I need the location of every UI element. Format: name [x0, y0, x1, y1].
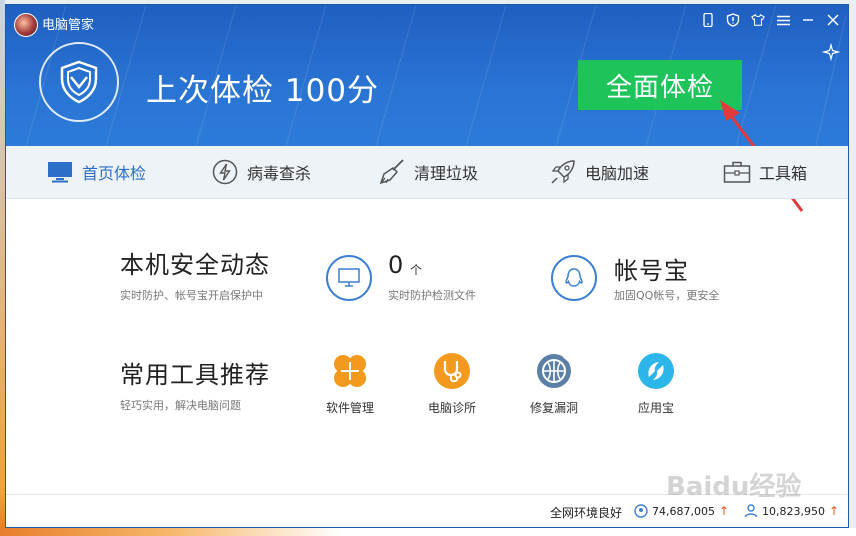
close-icon[interactable] [826, 13, 840, 27]
tab-toolbox[interactable]: 工具箱 [723, 146, 807, 198]
rocket-icon [549, 158, 577, 186]
window-controls [701, 13, 840, 27]
tab-label: 病毒查杀 [247, 164, 312, 183]
realtime-protection-ring[interactable] [326, 255, 372, 301]
header-banner: 电脑管家 上次体检 100分 全面体检 [6, 5, 848, 146]
tab-label: 首页体检 [82, 164, 147, 183]
arrow-up-icon: ↑ [828, 504, 840, 518]
users-icon [634, 504, 648, 518]
network-status: 全网环境良好 [550, 506, 623, 520]
realtime-count: 0 [388, 251, 404, 279]
status-bar: 全网环境良好 74,687,005 ↑ 10,823,950 ↑ [6, 494, 848, 527]
toolbox-icon [723, 158, 751, 186]
patch-globe-icon [537, 354, 571, 388]
security-shield-badge [39, 42, 119, 122]
account-title[interactable]: 帐号宝 [614, 251, 689, 286]
minimize-icon[interactable] [801, 13, 815, 27]
skin-tshirt-icon[interactable] [751, 13, 765, 27]
main-nav: 首页体检 病毒查杀 清理垃圾 电脑加速 工具箱 [6, 146, 848, 199]
menu-icon[interactable] [776, 13, 790, 27]
app-title: 电脑管家 [42, 18, 95, 33]
appstore-icon [638, 353, 674, 389]
tab-label: 电脑加速 [585, 164, 650, 183]
desktop-background-bottom [0, 528, 856, 536]
broom-icon [378, 158, 406, 186]
stat-online-users: 10,823,950 ↑ [744, 504, 839, 518]
security-subtitle: 实时防护、帐号宝开启保护中 [120, 289, 263, 302]
tab-speed-up[interactable]: 电脑加速 [549, 146, 649, 198]
security-title: 本机安全动态 [120, 251, 270, 279]
tool-label: 电脑诊所 [427, 401, 476, 415]
app-logo-icon [14, 13, 38, 37]
last-scan-score: 上次体检 100分 [146, 73, 380, 109]
arrow-up-icon: ↑ [718, 504, 730, 518]
tool-label: 修复漏洞 [529, 401, 578, 415]
realtime-label: 实时防护检测文件 [388, 289, 476, 302]
app-window: 电脑管家 上次体检 100分 全面体检 首页体检 病毒查杀 清理垃圾 电脑加速 … [5, 4, 849, 528]
stat-protected-users: 74,687,005 ↑ [634, 504, 729, 518]
tab-label: 工具箱 [759, 164, 808, 183]
tool-label: 应用宝 [637, 401, 674, 415]
sparkle-icon[interactable] [821, 42, 841, 62]
lightning-icon [211, 158, 239, 186]
clover-icon [334, 355, 366, 387]
monitor-outline-icon [338, 268, 360, 287]
stethoscope-icon [434, 353, 470, 389]
tool-pc-clinic[interactable]: 电脑诊所 [412, 352, 492, 416]
tab-label: 清理垃圾 [414, 164, 479, 183]
tool-fix-vulnerability[interactable]: 修复漏洞 [514, 352, 594, 416]
account-label: 加固QQ帐号，更安全 [614, 289, 720, 302]
tab-clean-junk[interactable]: 清理垃圾 [378, 146, 478, 198]
tab-virus-scan[interactable]: 病毒查杀 [211, 146, 311, 198]
stat-value: 74,687,005 [652, 504, 715, 518]
tool-label: 软件管理 [325, 401, 374, 415]
realtime-unit: 个 [410, 263, 423, 277]
qq-penguin-icon [565, 268, 583, 287]
phone-icon[interactable] [701, 13, 715, 27]
shield-icon [60, 60, 98, 104]
account-protect-ring[interactable] [551, 255, 597, 301]
person-icon [744, 504, 758, 518]
tool-app-store[interactable]: 应用宝 [616, 352, 696, 416]
monitor-icon [46, 158, 74, 186]
full-checkup-button[interactable]: 全面体检 [578, 60, 742, 110]
tab-home-checkup[interactable]: 首页体检 [46, 146, 146, 198]
stat-value: 10,823,950 [762, 504, 825, 518]
tools-subtitle: 轻巧实用，解决电脑问题 [120, 399, 241, 412]
tool-software-manager[interactable]: 软件管理 [310, 352, 390, 416]
tools-title: 常用工具推荐 [120, 361, 270, 389]
shield-badge-icon[interactable] [726, 13, 740, 27]
